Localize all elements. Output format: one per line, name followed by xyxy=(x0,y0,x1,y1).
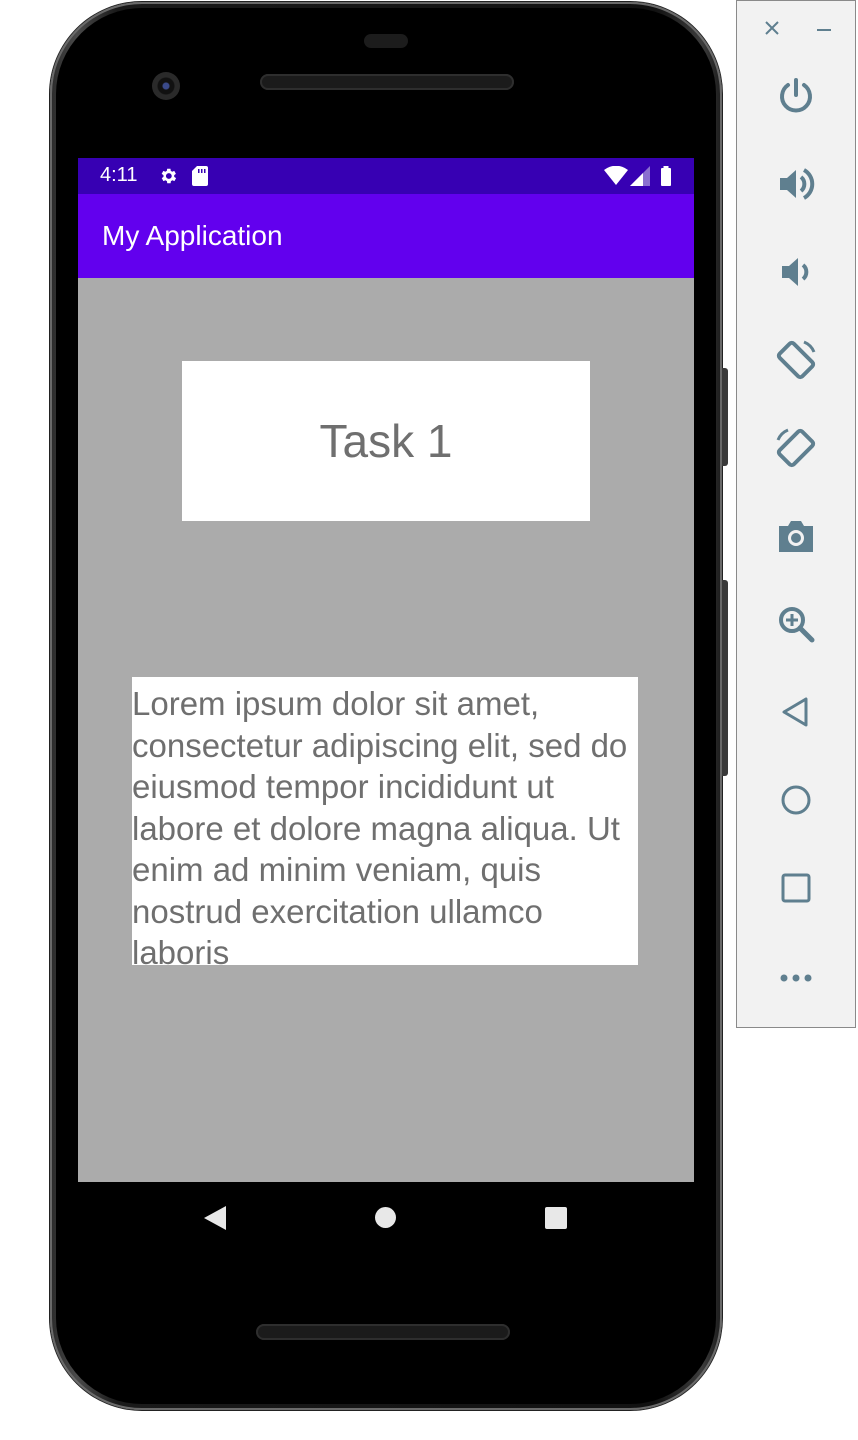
rotate-right-icon[interactable] xyxy=(774,426,818,470)
top-speaker-grille xyxy=(260,74,514,90)
app-bar: My Application xyxy=(78,194,694,278)
nav-back-button[interactable] xyxy=(204,1206,226,1234)
rotate-left-icon[interactable] xyxy=(774,338,818,382)
body-text-box: Lorem ipsum dolor sit amet, consectetur … xyxy=(132,677,638,965)
wifi-icon xyxy=(604,165,628,190)
front-camera xyxy=(152,72,180,100)
device-screen: 4:11 My Application Task 1 Lorem ipsum d… xyxy=(78,158,694,1182)
volume-up-icon[interactable] xyxy=(774,162,818,206)
status-bar: 4:11 xyxy=(78,158,694,194)
body-text: Lorem ipsum dolor sit amet, consectetur … xyxy=(132,685,628,965)
volume-side-button xyxy=(722,580,728,776)
settings-icon xyxy=(158,166,178,190)
earpiece xyxy=(364,34,408,48)
task-card: Task 1 xyxy=(182,361,590,521)
status-time: 4:11 xyxy=(100,164,138,186)
task-title: Task 1 xyxy=(319,415,453,467)
nav-recents-button[interactable] xyxy=(545,1207,567,1229)
close-icon[interactable] xyxy=(762,18,782,42)
power-icon[interactable] xyxy=(774,74,818,118)
volume-down-icon[interactable] xyxy=(774,250,818,294)
zoom-icon[interactable] xyxy=(774,602,818,646)
signal-icon xyxy=(630,166,650,190)
sd-card-icon xyxy=(192,166,208,190)
home-icon[interactable] xyxy=(774,778,818,822)
power-side-button xyxy=(722,368,728,466)
back-icon[interactable] xyxy=(774,690,818,734)
overview-icon[interactable] xyxy=(774,866,818,910)
more-icon[interactable] xyxy=(774,954,818,998)
bottom-speaker-grille xyxy=(256,1324,510,1340)
nav-home-button[interactable] xyxy=(375,1207,396,1228)
app-title: My Application xyxy=(102,220,283,251)
camera-icon[interactable] xyxy=(774,514,818,558)
minimize-icon[interactable] xyxy=(814,18,834,42)
battery-icon xyxy=(660,166,672,190)
